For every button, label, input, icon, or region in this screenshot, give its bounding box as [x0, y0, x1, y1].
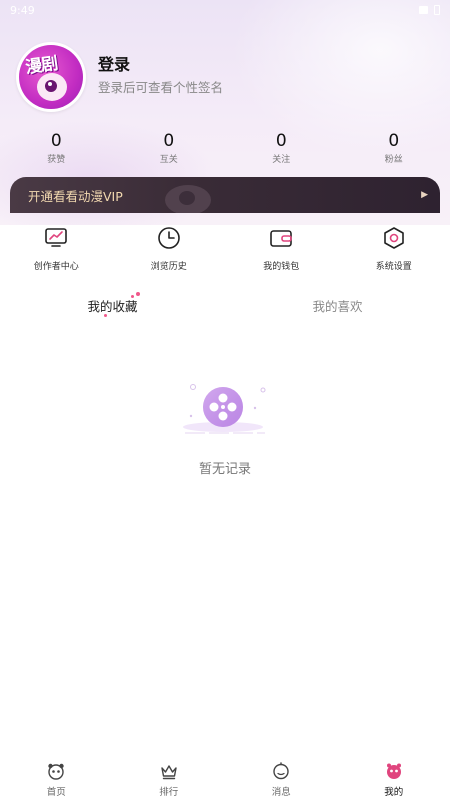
tab-sparkle-dot [131, 295, 134, 298]
vip-banner-text: 开通看看动漫VIP [28, 188, 123, 204]
tab-label: 我的收藏 [87, 299, 138, 314]
tab-favorites[interactable]: 我的收藏 [0, 292, 225, 322]
status-icons [419, 5, 440, 15]
battery-icon [434, 5, 440, 15]
content-tabs: 我的收藏 我的喜欢 [0, 292, 450, 322]
stat-likes[interactable]: 0 获赞 [0, 131, 113, 167]
stat-followers[interactable]: 0 粉丝 [338, 131, 450, 167]
tab-likes[interactable]: 我的喜欢 [225, 296, 450, 322]
status-time: 9:49 [10, 3, 35, 17]
nav-label: 消息 [271, 787, 291, 798]
login-subtitle: 登录后可查看个性签名 [98, 80, 224, 95]
stat-following[interactable]: 0 关注 [225, 131, 338, 167]
quick-action-creator-center[interactable]: 创作者中心 [0, 225, 113, 275]
stat-label: 粉丝 [384, 155, 403, 165]
stat-value: 0 [275, 131, 287, 151]
stat-value: 0 [50, 131, 62, 151]
quick-action-label: 我的钱包 [263, 262, 300, 272]
quick-action-label: 浏览历史 [150, 262, 187, 272]
chevron-right-icon: ▶ [421, 190, 428, 200]
tab-sparkle-dot [104, 314, 107, 317]
signal-icon [419, 6, 428, 14]
tab-sparkle-dot [136, 292, 140, 296]
stat-mutual[interactable]: 0 互关 [113, 131, 226, 167]
stats-row: 0 获赞 0 互关 0 关注 0 粉丝 [0, 131, 450, 167]
settings-hexagon-icon [381, 225, 407, 251]
quick-action-label: 系统设置 [375, 262, 412, 272]
stat-value: 0 [163, 131, 175, 151]
vip-banner[interactable]: 开通看看动漫VIP ▶ [10, 177, 440, 213]
nav-item-messages[interactable]: 消息 [225, 755, 338, 800]
login-button[interactable]: 登录 [98, 51, 130, 75]
home-panda-icon [46, 761, 66, 781]
bottom-nav: 首页 排行 消息 我的 [0, 755, 450, 800]
quick-action-history[interactable]: 浏览历史 [113, 225, 226, 275]
nav-label: 我的 [384, 787, 404, 798]
avatar-image: 漫剧 [19, 45, 83, 109]
quick-action-label: 创作者中心 [33, 262, 79, 272]
vip-mascot-decoration [165, 185, 211, 213]
wallet-icon [268, 225, 294, 251]
avatar-mascot [37, 73, 67, 101]
nav-item-home[interactable]: 首页 [0, 755, 113, 800]
nav-label: 排行 [159, 787, 179, 798]
tab-label: 我的喜欢 [312, 299, 363, 314]
quick-actions: 创作者中心 浏览历史 我的钱包 系统设置 [0, 225, 450, 275]
creator-chart-icon [43, 225, 69, 251]
message-clock-icon [271, 761, 291, 781]
film-reel-icon [183, 384, 266, 434]
stat-value: 0 [388, 131, 400, 151]
nav-label: 首页 [46, 787, 66, 798]
empty-state-illustration [175, 380, 275, 440]
nav-item-ranking[interactable]: 排行 [113, 755, 226, 800]
crown-icon [159, 761, 179, 781]
profile-bug-icon [384, 761, 404, 781]
clock-icon [156, 225, 182, 251]
avatar-eye [45, 80, 57, 92]
stat-label: 互关 [159, 155, 178, 165]
quick-action-settings[interactable]: 系统设置 [338, 225, 450, 275]
quick-action-wallet[interactable]: 我的钱包 [225, 225, 338, 275]
status-bar: 9:49 [0, 0, 450, 20]
stat-label: 关注 [272, 155, 291, 165]
empty-state-text: 暂无记录 [198, 462, 251, 477]
stat-label: 获赞 [47, 155, 66, 165]
avatar[interactable]: 漫剧 [16, 42, 86, 112]
nav-item-profile[interactable]: 我的 [338, 755, 450, 800]
